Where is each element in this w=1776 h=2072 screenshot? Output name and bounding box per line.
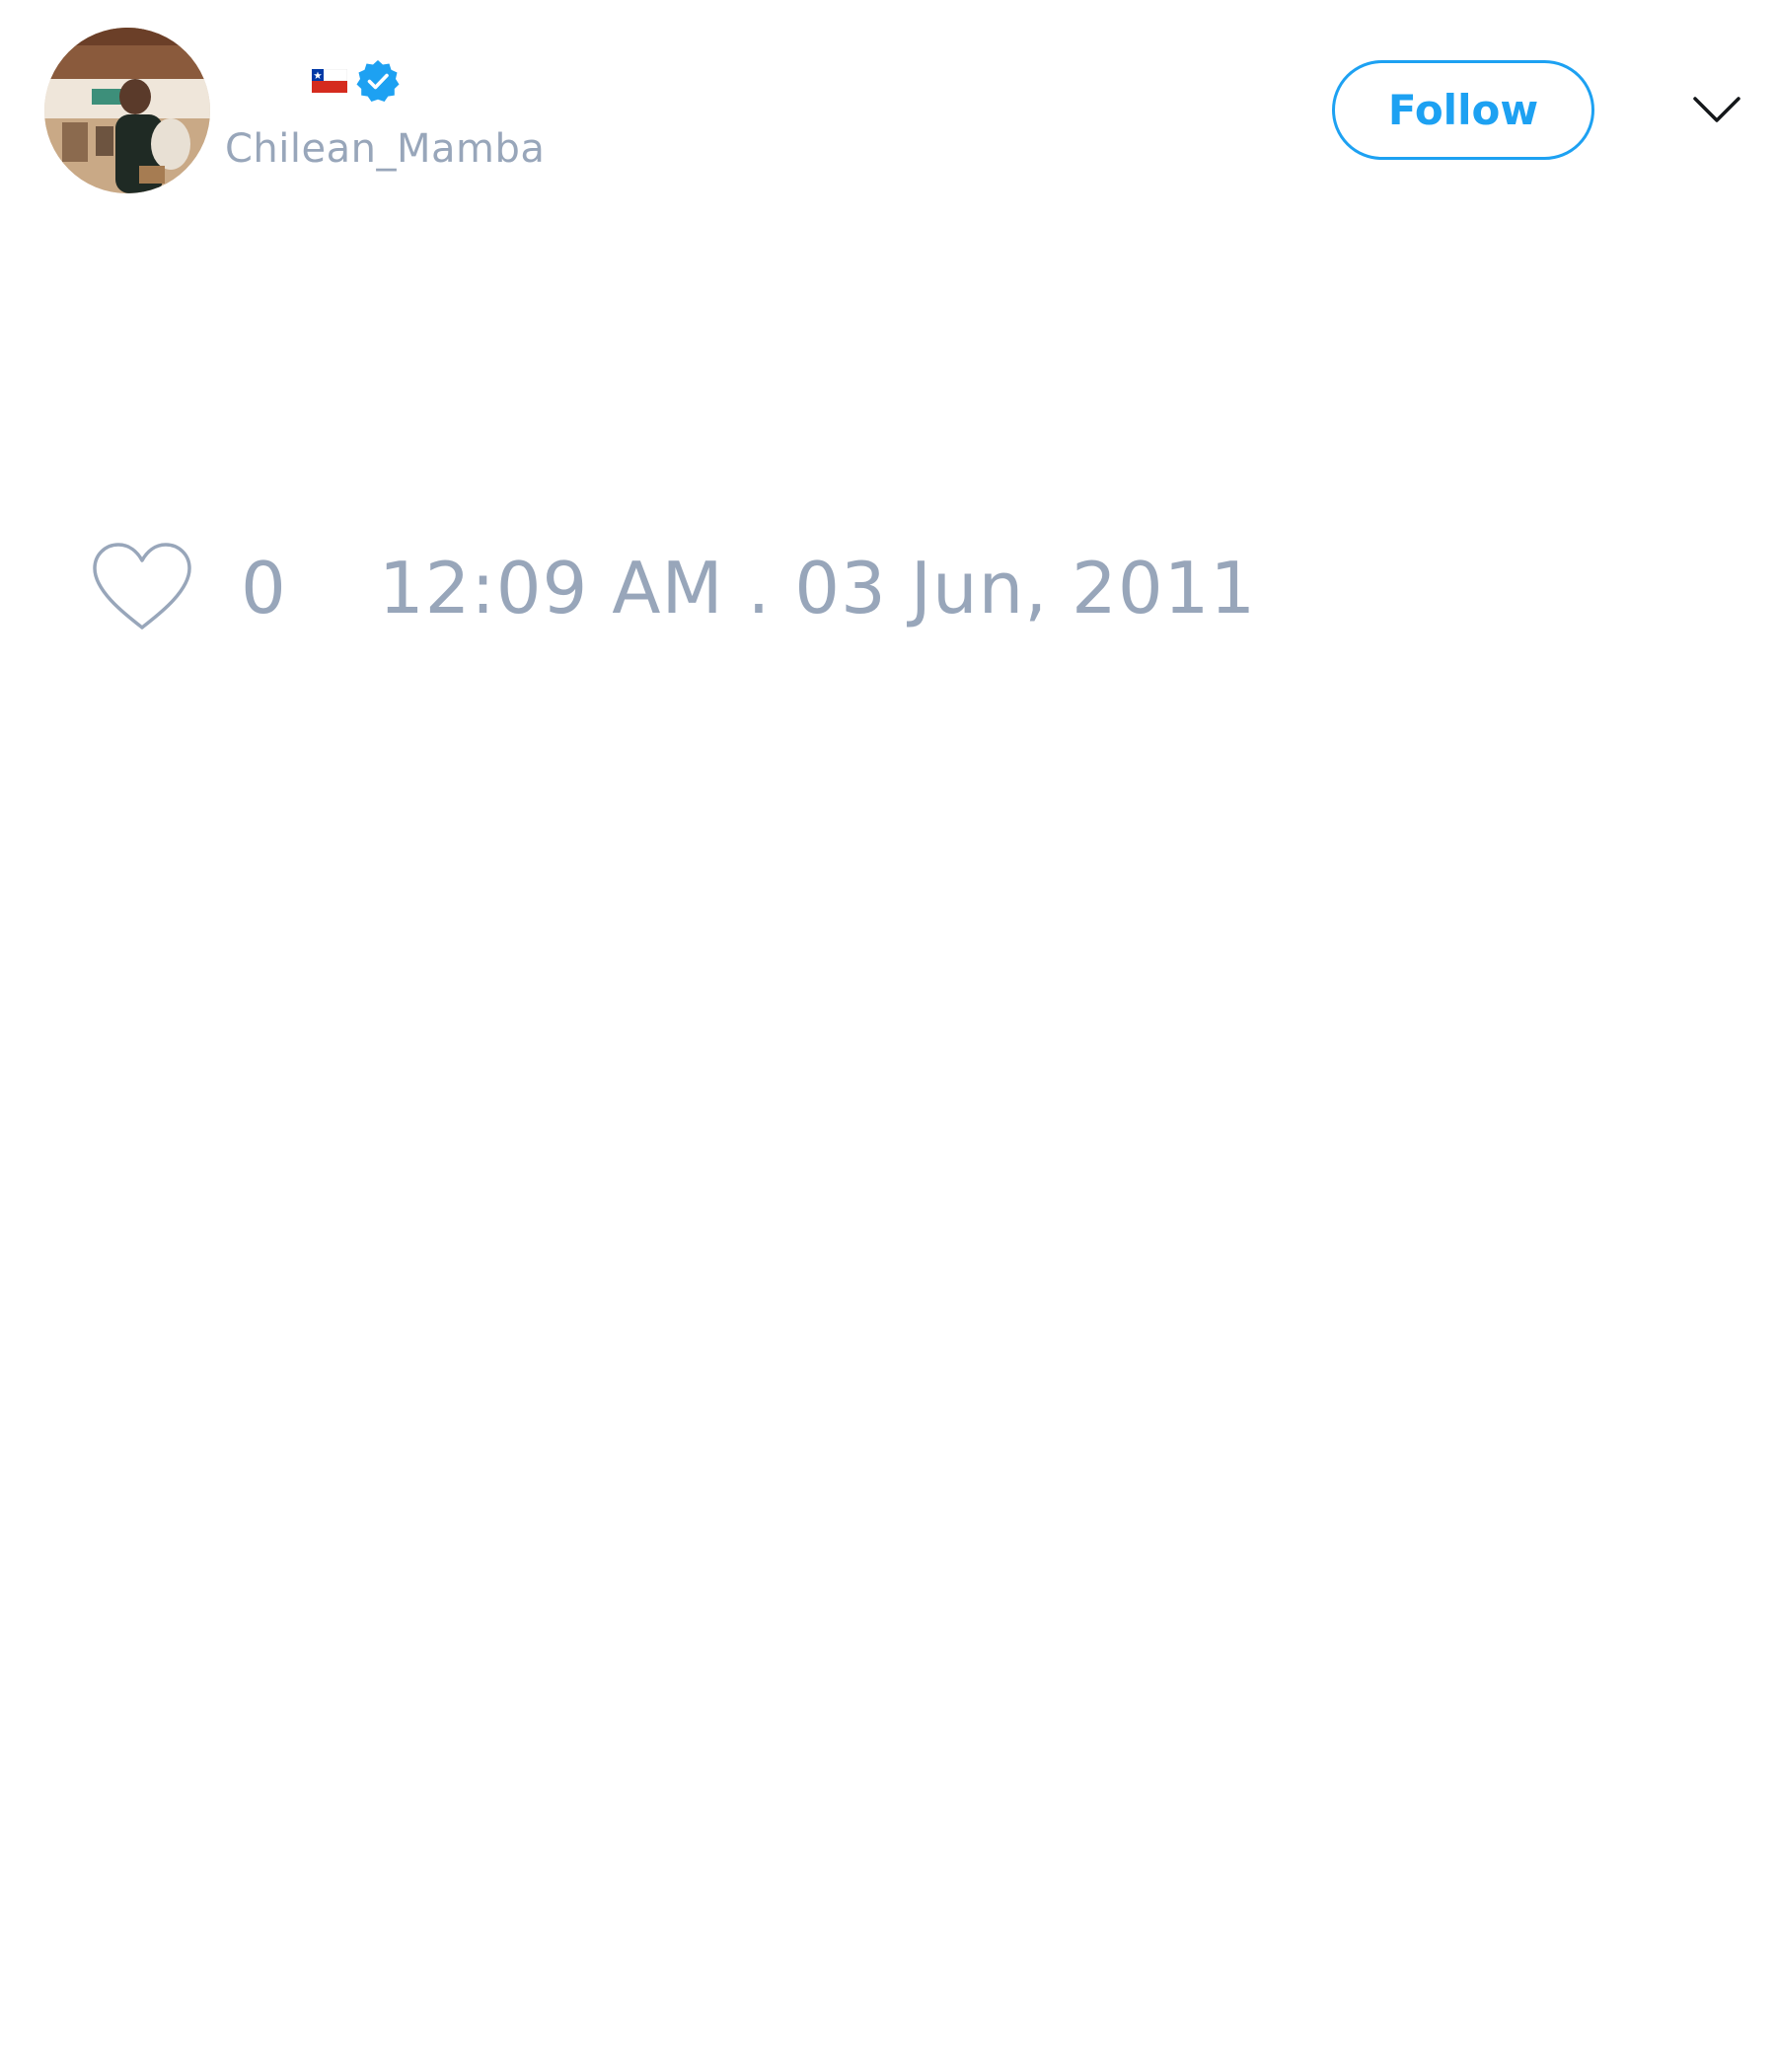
tweet-card: Chilean_Mamba Follow 0 12:09 AM . 03 Jun… xyxy=(0,0,1776,2072)
name-row xyxy=(227,57,401,105)
chevron-down-icon[interactable] xyxy=(1691,91,1742,126)
tweet-actions: 0 12:09 AM . 03 Jun, 2011 xyxy=(89,539,1256,637)
like-count: 0 xyxy=(241,547,286,629)
heart-icon[interactable] xyxy=(89,539,195,637)
tweet-timestamp[interactable]: 12:09 AM . 03 Jun, 2011 xyxy=(379,547,1256,629)
verified-badge-icon xyxy=(355,58,401,104)
follow-button[interactable]: Follow xyxy=(1332,60,1594,160)
avatar[interactable] xyxy=(44,28,210,193)
chile-flag-icon xyxy=(312,69,347,93)
user-handle[interactable]: Chilean_Mamba xyxy=(225,126,545,172)
avatar-photo xyxy=(44,28,210,193)
